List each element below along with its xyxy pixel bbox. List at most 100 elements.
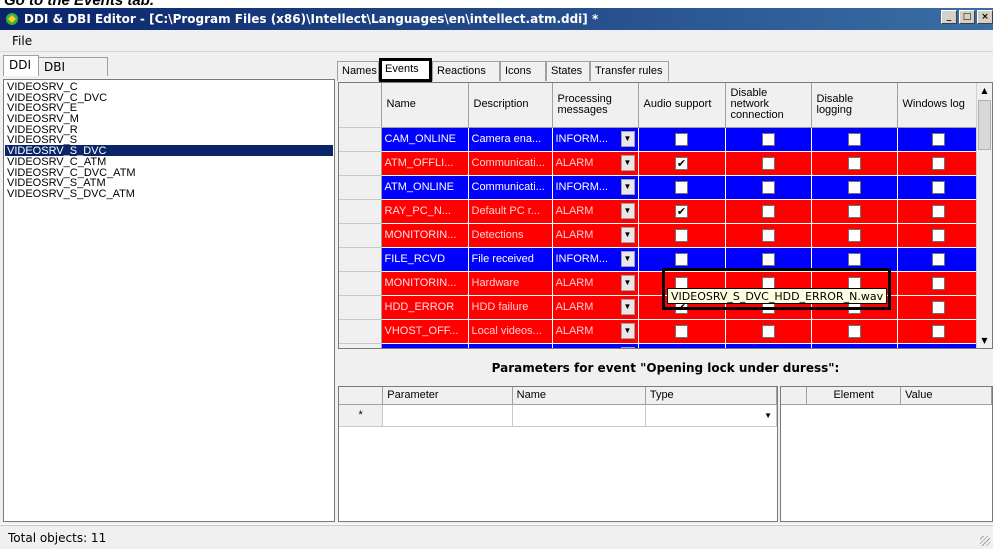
table-row[interactable]: ATM_ONLINE Communicati... INFORM... ▼ xyxy=(339,175,980,200)
processing-select[interactable]: ALARM ▼ xyxy=(552,223,639,248)
row-header[interactable] xyxy=(339,151,382,176)
list-item[interactable]: VIDEOSRV_S_DVC xyxy=(5,145,333,157)
object-list[interactable]: VIDEOSRV_C VIDEOSRV_C_DVC VIDEOSRV_E VIDEOS… xyxy=(3,79,335,522)
disable-logging-checkbox[interactable] xyxy=(847,132,861,146)
param-type-select[interactable]: ▼ xyxy=(645,404,777,427)
processing-select[interactable]: INFORM...▼ xyxy=(552,247,639,272)
disable-network-checkbox[interactable] xyxy=(761,180,775,194)
col-header-description[interactable]: Description xyxy=(468,83,553,128)
disable-network-checkbox[interactable] xyxy=(761,132,775,146)
table-row[interactable]: FILE_RCVD File received INFORM... ▼ xyxy=(339,247,980,272)
event-description-cell[interactable]: Camera ena... xyxy=(468,127,553,152)
audio-support-checkbox[interactable] xyxy=(675,132,688,146)
disable-network-checkbox[interactable] xyxy=(761,204,775,218)
dropdown-arrow-icon[interactable]: ▼ xyxy=(764,411,772,420)
tab-reactions[interactable]: Reactions xyxy=(432,61,500,81)
processing-select[interactable]: INFORM...▼ xyxy=(552,343,639,348)
col-header-disable-network[interactable]: Disable network connection xyxy=(725,83,812,128)
windows-log-checkbox[interactable] xyxy=(931,132,945,146)
table-row[interactable]: MONITORIN... Detections ALARM ▼ xyxy=(339,223,980,248)
tab-transfer-rules[interactable]: Transfer rules xyxy=(590,61,669,81)
list-item[interactable]: VIDEOSRV_C_ATM xyxy=(5,156,333,168)
list-item[interactable]: VIDEOSRV_S_DVC_ATM xyxy=(5,188,333,200)
events-scrollbar[interactable]: ▲ ▼ xyxy=(976,83,992,348)
maximize-button[interactable]: □ xyxy=(959,10,975,24)
param-input[interactable] xyxy=(382,404,513,427)
processing-select[interactable]: ALARM ▼ xyxy=(552,295,639,320)
scroll-thumb[interactable] xyxy=(978,100,991,150)
table-row[interactable]: VHOST_ON...Local vid...INFORM...▼ xyxy=(339,343,980,350)
event-description-cell[interactable]: Local videos... xyxy=(468,319,553,344)
dropdown-arrow-icon[interactable]: ▼ xyxy=(620,299,635,315)
event-description-cell[interactable]: Hardware xyxy=(468,271,553,296)
disable-network-checkbox[interactable] xyxy=(762,349,775,350)
menu-file[interactable]: File xyxy=(12,34,32,48)
tab-dbi[interactable]: DBI xyxy=(38,57,108,76)
params-new-row[interactable]: * ▼ xyxy=(339,404,777,427)
event-description-cell[interactable]: Communicati... xyxy=(468,175,553,200)
list-item[interactable]: VIDEOSRV_C_DVC_ATM xyxy=(5,167,333,179)
processing-select[interactable]: ALARM ▼ xyxy=(552,199,639,224)
col-header-value[interactable]: Value xyxy=(900,387,992,405)
list-item[interactable]: VIDEOSRV_R xyxy=(5,124,333,136)
param-name-input[interactable] xyxy=(512,404,646,427)
list-item[interactable]: VIDEOSRV_C_DVC xyxy=(5,92,333,104)
dropdown-arrow-icon[interactable]: ▼ xyxy=(620,323,635,339)
disable-network-checkbox[interactable] xyxy=(761,252,775,266)
event-description-cell[interactable]: HDD failure xyxy=(468,295,553,320)
event-name-cell[interactable]: VHOST_ON... xyxy=(381,343,469,348)
table-row[interactable]: ATM_OFFLI... Communicati... ALARM ▼ ✔ xyxy=(339,151,980,176)
list-item[interactable]: VIDEOSRV_C xyxy=(5,81,333,93)
row-header[interactable] xyxy=(339,175,382,200)
windows-log-checkbox[interactable] xyxy=(932,349,945,350)
windows-log-checkbox[interactable] xyxy=(931,204,945,218)
tab-names[interactable]: Names xyxy=(337,61,379,81)
disable-logging-checkbox[interactable] xyxy=(847,228,861,242)
disable-logging-checkbox[interactable] xyxy=(847,324,861,338)
disable-network-checkbox[interactable] xyxy=(761,324,775,338)
disable-network-checkbox[interactable] xyxy=(761,228,775,242)
col-header-element[interactable]: Element xyxy=(806,387,902,405)
dropdown-arrow-icon[interactable]: ▼ xyxy=(620,227,635,243)
row-header[interactable] xyxy=(339,343,382,348)
col-header-type[interactable]: Type xyxy=(645,387,777,405)
event-description-cell[interactable]: Detections xyxy=(468,223,553,248)
row-header[interactable] xyxy=(339,295,382,320)
processing-select[interactable]: ALARM ▼ xyxy=(552,151,639,176)
processing-select[interactable]: ALARM ▼ xyxy=(552,319,639,344)
audio-support-checkbox[interactable]: ✔ xyxy=(675,204,688,218)
col-header-parameter[interactable]: Parameter xyxy=(382,387,513,405)
event-name-cell[interactable]: VHOST_OFF... xyxy=(381,319,469,344)
dropdown-arrow-icon[interactable]: ▼ xyxy=(620,203,635,219)
list-item[interactable]: VIDEOSRV_S xyxy=(5,134,333,146)
list-item[interactable]: VIDEOSRV_M xyxy=(5,113,333,125)
windows-log-checkbox[interactable] xyxy=(931,156,945,170)
event-name-cell[interactable]: CAM_ONLINE xyxy=(381,127,469,152)
dropdown-arrow-icon[interactable]: ▼ xyxy=(620,155,635,171)
disable-logging-checkbox[interactable] xyxy=(847,252,861,266)
dropdown-arrow-icon[interactable]: ▼ xyxy=(620,275,635,291)
audio-support-checkbox[interactable] xyxy=(675,180,688,194)
processing-select[interactable]: INFORM...▼ xyxy=(552,175,639,200)
col-header-processing[interactable]: Processing messages xyxy=(552,83,639,128)
col-header-windows-log[interactable]: Windows log xyxy=(897,83,980,128)
event-name-cell[interactable]: FILE_RCVD xyxy=(381,247,469,272)
event-name-cell[interactable]: HDD_ERROR xyxy=(381,295,469,320)
tab-events[interactable]: Events xyxy=(379,58,432,82)
audio-support-checkbox[interactable] xyxy=(675,228,688,242)
table-row[interactable]: VHOST_OFF... Local videos... ALARM ▼ xyxy=(339,319,980,344)
processing-select[interactable]: INFORM...▼ xyxy=(552,127,639,152)
list-item[interactable]: VIDEOSRV_S_ATM xyxy=(5,177,333,189)
list-item[interactable]: VIDEOSRV_E xyxy=(5,102,333,114)
event-description-cell[interactable]: Communicati... xyxy=(468,151,553,176)
row-header[interactable] xyxy=(339,247,382,272)
audio-support-checkbox[interactable] xyxy=(675,252,688,266)
minimize-button[interactable]: _ xyxy=(941,10,957,24)
audio-support-checkbox[interactable] xyxy=(675,324,688,338)
dropdown-arrow-icon[interactable]: ▼ xyxy=(620,179,635,195)
disable-network-checkbox[interactable] xyxy=(761,156,775,170)
event-description-cell[interactable]: Local vid... xyxy=(468,343,553,348)
table-row[interactable]: RAY_PC_N... Default PC r... ALARM ▼ ✔ xyxy=(339,199,980,224)
row-header[interactable] xyxy=(339,223,382,248)
dropdown-arrow-icon[interactable]: ▼ xyxy=(620,347,635,348)
